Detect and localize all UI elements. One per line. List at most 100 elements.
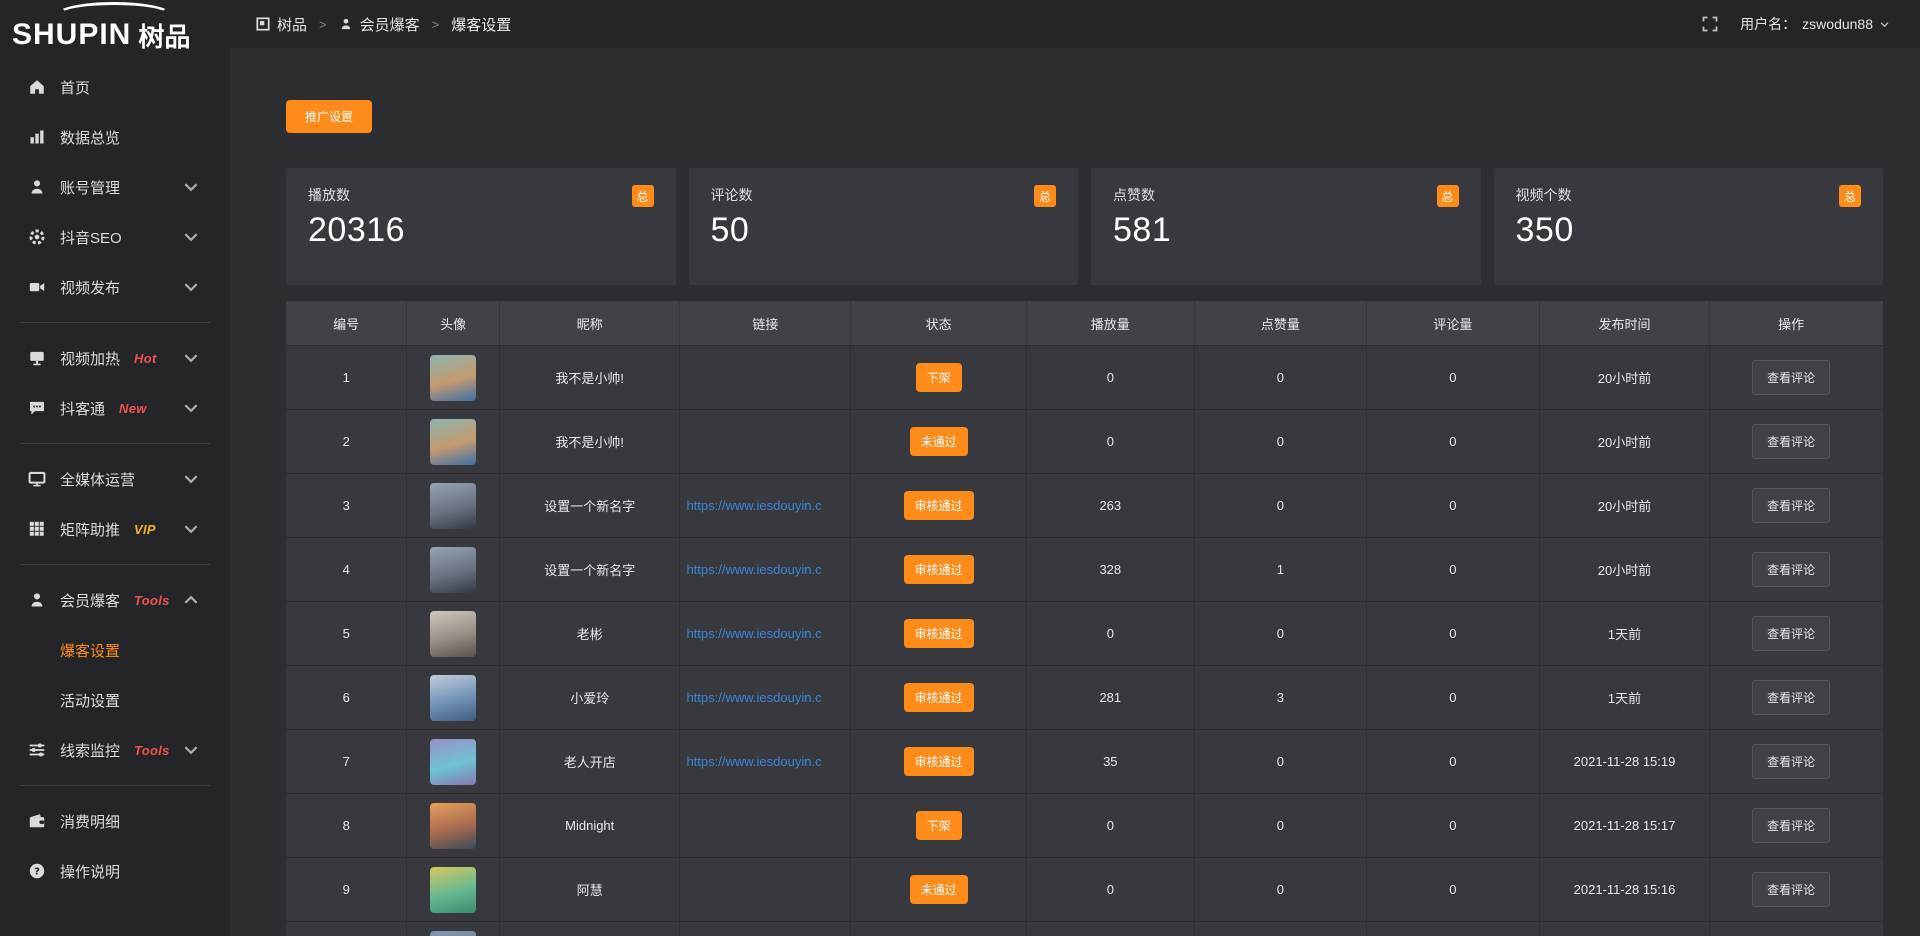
user-icon: [339, 17, 353, 31]
cell-likes: 0: [1195, 602, 1367, 665]
sidebar-item-badge: New: [119, 401, 147, 416]
video-link[interactable]: https://www.iesdouyin.c: [686, 562, 821, 577]
fullscreen-icon[interactable]: [1702, 16, 1718, 32]
sidebar-item[interactable]: 线索监控Tools: [0, 725, 230, 775]
sidebar: SHUPIN 树品 首页数据总览账号管理抖音SEO 视频发布视频加热Hot抖客通N…: [0, 0, 230, 936]
status-badge: 审核通过: [904, 747, 974, 776]
cell-comments: 0: [1367, 538, 1539, 601]
cell-link: https://www.iesdouyin.c: [680, 538, 851, 601]
view-comments-button[interactable]: 查看评论: [1752, 616, 1830, 651]
cell-link: https://www.iesdouyin.c: [680, 730, 851, 793]
column-header: 发布时间: [1540, 301, 1711, 345]
cell-likes: 0: [1195, 346, 1367, 409]
cell-avatar: [407, 538, 500, 601]
table-row: 5老彬https://www.iesdouyin.c审核通过0001天前查看评论: [286, 601, 1883, 665]
sidebar-subitem[interactable]: 活动设置: [0, 675, 230, 725]
cell-avatar: [407, 794, 500, 857]
sidebar-item[interactable]: 矩阵助推VIP: [0, 504, 230, 554]
sidebar-item[interactable]: 抖音SEO: [0, 212, 230, 262]
table-row: 2我不是小帅!未通过00020小时前查看评论: [286, 409, 1883, 473]
status-badge: 审核通过: [904, 683, 974, 712]
avatar: [430, 803, 476, 849]
cell-status: 未通过: [851, 410, 1027, 473]
view-comments-button[interactable]: 查看评论: [1752, 680, 1830, 715]
cell-likes: 3: [1195, 666, 1367, 729]
column-header: 状态: [851, 301, 1027, 345]
breadcrumb-separator: >: [432, 17, 440, 32]
sliders-icon: [28, 741, 46, 759]
video-table: 编号头像昵称链接状态播放量点赞量评论量发布时间操作 1我不是小帅!下架00020…: [286, 301, 1883, 936]
view-comments-button[interactable]: 查看评论: [1752, 808, 1830, 843]
view-comments-button[interactable]: 查看评论: [1752, 552, 1830, 587]
cell-plays: 328: [1027, 538, 1195, 601]
cell-id: 2: [286, 410, 407, 473]
sidebar-item[interactable]: 视频发布: [0, 262, 230, 312]
video-link[interactable]: https://www.iesdouyin.c: [686, 498, 821, 513]
cell-time: 20小时前: [1540, 410, 1711, 473]
cell-avatar: [407, 346, 500, 409]
sidebar-item[interactable]: ?操作说明: [0, 846, 230, 896]
sidebar-item[interactable]: 消费明细: [0, 796, 230, 846]
cell-id: 9: [286, 858, 407, 921]
cell-comments: 0: [1367, 858, 1539, 921]
cell-avatar: [407, 666, 500, 729]
breadcrumb-separator: >: [319, 17, 327, 32]
video-link[interactable]: https://www.iesdouyin.c: [686, 626, 821, 641]
logo-text-cn: 树品: [138, 24, 190, 50]
breadcrumb-item-member[interactable]: 会员爆客: [339, 14, 420, 35]
view-comments-button[interactable]: 查看评论: [1752, 744, 1830, 779]
cell-likes: 0: [1195, 410, 1367, 473]
cell-avatar: [407, 858, 500, 921]
video-link[interactable]: https://www.iesdouyin.c: [686, 690, 821, 705]
avatar: [430, 355, 476, 401]
chevron-down-icon: [182, 278, 200, 296]
sidebar-item-label: 视频加热: [60, 348, 120, 369]
sidebar-item[interactable]: 视频加热Hot: [0, 333, 230, 383]
user-menu[interactable]: 用户名：zswodun88: [1740, 14, 1890, 34]
sidebar-item-label: 线索监控: [60, 740, 120, 761]
username: zswodun88: [1802, 16, 1873, 32]
cell-likes: 0: [1195, 730, 1367, 793]
sidebar-item[interactable]: 抖客通New: [0, 383, 230, 433]
view-comments-button[interactable]: 查看评论: [1752, 424, 1830, 459]
breadcrumb-label: 树品: [277, 14, 307, 35]
cell-status: 下架: [851, 346, 1027, 409]
logo: SHUPIN 树品: [0, 0, 230, 56]
cell-time: 1天前: [1540, 602, 1711, 665]
cell-time: 2021-11-28 15:19: [1540, 730, 1711, 793]
cell-comments: 0: [1367, 730, 1539, 793]
sidebar-subitem[interactable]: 爆客设置: [0, 625, 230, 675]
view-comments-button[interactable]: 查看评论: [1752, 872, 1830, 907]
member-icon: [28, 591, 46, 609]
cell-nickname: 老人开店: [500, 730, 680, 793]
cell-plays: 0: [1027, 410, 1195, 473]
sidebar-item[interactable]: 全媒体运营: [0, 454, 230, 504]
cell-id: 7: [286, 730, 407, 793]
cell-likes: 0: [1195, 858, 1367, 921]
user-icon: [28, 178, 46, 196]
status-badge: 未通过: [910, 427, 968, 456]
main-area: 树品 > 会员爆客 > 爆客设置 用户名：zswodun88: [230, 0, 1920, 936]
cell-plays: 0: [1027, 346, 1195, 409]
sidebar-item-label: 视频发布: [60, 277, 120, 298]
cell-nickname: 小爱玲: [500, 666, 680, 729]
sidebar-item[interactable]: 数据总览: [0, 112, 230, 162]
chevron-down-icon: [182, 399, 200, 417]
cell-likes: 0: [1195, 794, 1367, 857]
cell-time: 20小时前: [1540, 538, 1711, 601]
view-comments-button[interactable]: 查看评论: [1752, 488, 1830, 523]
breadcrumb-item-home[interactable]: 树品: [256, 14, 307, 35]
sidebar-item[interactable]: 首页: [0, 62, 230, 112]
promo-settings-button[interactable]: 推广设置: [286, 100, 372, 133]
stat-card-plays: 播放数 总 20316: [286, 168, 676, 285]
sidebar-item[interactable]: 会员爆客Tools: [0, 575, 230, 625]
status-badge: 审核通过: [904, 555, 974, 584]
status-badge: 审核通过: [904, 491, 974, 520]
sidebar-item[interactable]: 账号管理: [0, 162, 230, 212]
chevron-down-icon: [182, 520, 200, 538]
video-link[interactable]: https://www.iesdouyin.c: [686, 754, 821, 769]
cell-action: 查看评论: [1710, 602, 1871, 665]
stat-label: 点赞数: [1113, 185, 1155, 205]
view-comments-button[interactable]: 查看评论: [1752, 360, 1830, 395]
cell-action: 查看评论: [1710, 794, 1871, 857]
